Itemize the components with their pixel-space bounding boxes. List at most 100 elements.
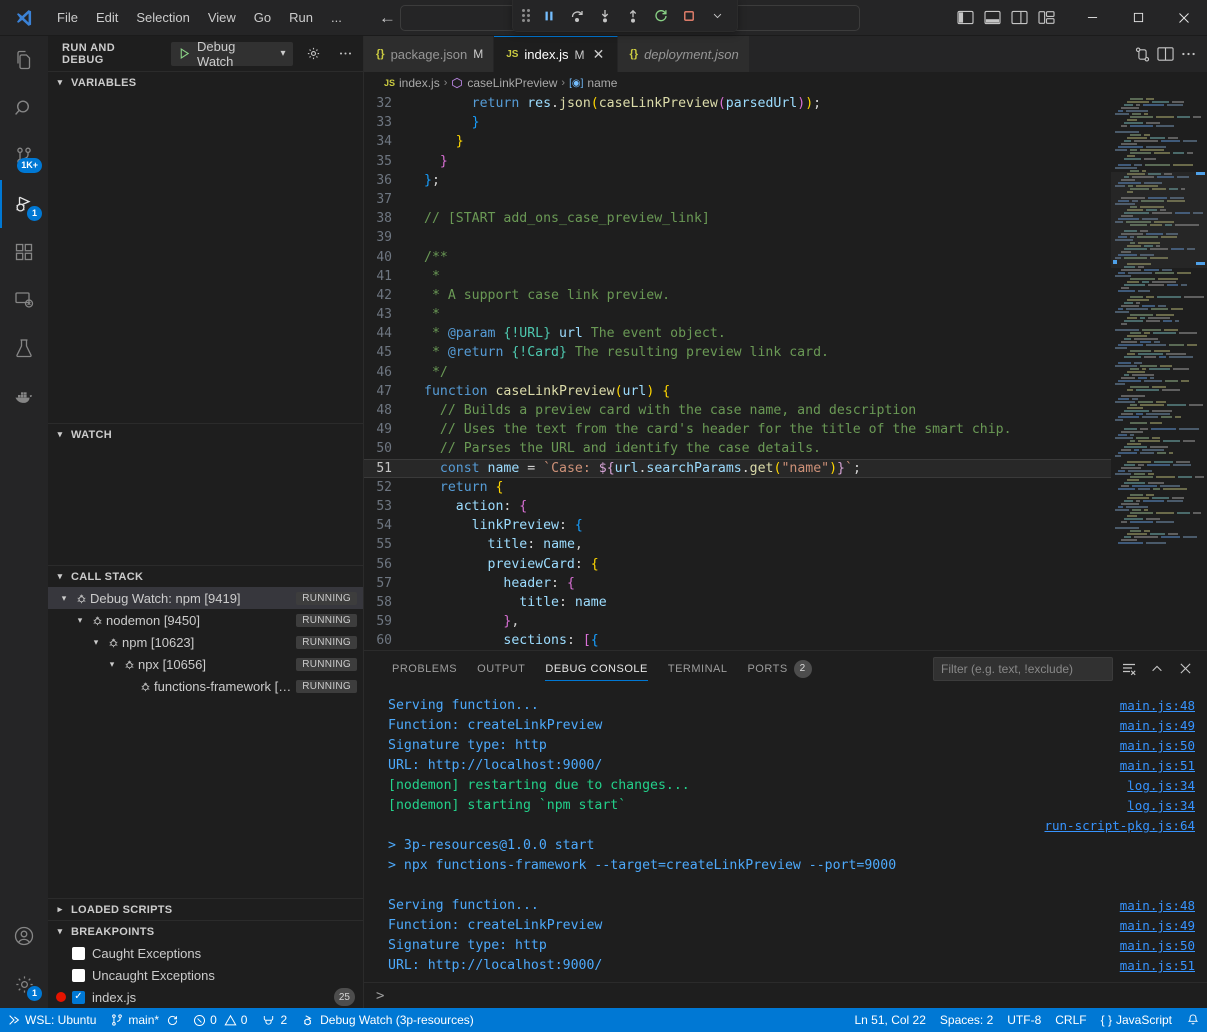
code-line[interactable]: 36}; xyxy=(364,171,1111,190)
status-notifications[interactable] xyxy=(1179,1008,1207,1032)
breadcrumb-file[interactable]: JS index.js xyxy=(384,76,440,90)
restart-button[interactable] xyxy=(648,4,674,28)
status-remote-indicator[interactable]: WSL: Ubuntu xyxy=(0,1008,103,1032)
activity-search[interactable] xyxy=(0,84,48,132)
chevron-down-icon[interactable]: ▾ xyxy=(72,615,88,626)
collapse-panel-icon[interactable] xyxy=(1145,657,1169,681)
status-language-mode[interactable]: { } JavaScript xyxy=(1094,1008,1179,1032)
menu-view[interactable]: View xyxy=(199,6,245,29)
status-problems[interactable]: 0 0 xyxy=(186,1008,254,1032)
section-watch-header[interactable]: ▾ WATCH xyxy=(48,423,363,445)
compare-changes-icon[interactable] xyxy=(1134,46,1151,63)
debug-toolbar[interactable] xyxy=(512,0,738,32)
breadcrumb[interactable]: JS index.js › caseLinkPreview › [◉] name xyxy=(364,72,1207,94)
variables-list[interactable] xyxy=(48,93,363,423)
console-source-link[interactable]: main.js:49 xyxy=(1120,916,1195,936)
breakpoint-row[interactable]: Caught Exceptions xyxy=(48,942,363,964)
tab-output[interactable]: OUTPUT xyxy=(467,651,535,686)
menu-go[interactable]: Go xyxy=(245,6,280,29)
menu-selection[interactable]: Selection xyxy=(127,6,198,29)
breakpoint-checkbox[interactable] xyxy=(72,969,85,982)
activity-accounts[interactable] xyxy=(0,912,48,960)
debug-more-actions-icon[interactable] xyxy=(704,4,730,28)
code-line[interactable]: 50 // Parses the URL and identify the ca… xyxy=(364,439,1111,458)
editor-tabs[interactable]: {} package.json M JS index.js M ✕ {} dep… xyxy=(364,36,750,72)
launch-config-selector[interactable]: Debug Watch ▾ xyxy=(171,42,293,66)
start-debugging-icon[interactable] xyxy=(171,47,197,60)
breakpoint-checkbox[interactable] xyxy=(72,947,85,960)
console-source-link[interactable]: main.js:49 xyxy=(1120,716,1195,736)
activity-testing[interactable] xyxy=(0,324,48,372)
breakpoint-checkbox[interactable]: ✓ xyxy=(72,991,85,1004)
menu-edit[interactable]: Edit xyxy=(87,6,127,29)
activity-extensions[interactable] xyxy=(0,228,48,276)
code-line[interactable]: 45 * @return {!Card} The resulting previ… xyxy=(364,343,1111,362)
code-line[interactable]: 51 const name = `Case: ${url.searchParam… xyxy=(364,459,1111,478)
toggle-secondary-sidebar-icon[interactable] xyxy=(1011,10,1028,25)
code-lines[interactable]: 32 return res.json(caseLinkPreview(parse… xyxy=(364,94,1111,650)
call-stack-list[interactable]: ▾ Debug Watch: npm [9419] RUNNING ▾ node… xyxy=(48,587,363,697)
window-close-button[interactable] xyxy=(1161,0,1207,36)
code-line[interactable]: 57 header: { xyxy=(364,574,1111,593)
code-line[interactable]: 54 linkPreview: { xyxy=(364,516,1111,535)
step-out-button[interactable] xyxy=(620,4,646,28)
call-stack-row[interactable]: ▾ Debug Watch: npm [9419] RUNNING xyxy=(48,587,363,609)
code-line[interactable]: 46 */ xyxy=(364,363,1111,382)
code-line[interactable]: 43 * xyxy=(364,305,1111,324)
console-source-link[interactable]: main.js:50 xyxy=(1120,736,1195,756)
code-line[interactable]: 44 * @param {!URL} url The event object. xyxy=(364,324,1111,343)
activity-settings[interactable]: 1 xyxy=(0,960,48,1008)
tab-deployment-json[interactable]: {} deployment.json xyxy=(618,36,750,72)
tab-index-js[interactable]: JS index.js M ✕ xyxy=(494,36,617,72)
menu-run[interactable]: Run xyxy=(280,6,322,29)
step-into-button[interactable] xyxy=(592,4,618,28)
code-line[interactable]: 38// [START add_ons_case_preview_link] xyxy=(364,209,1111,228)
breadcrumb-symbol-variable[interactable]: [◉] name xyxy=(569,76,617,90)
code-line[interactable]: 37 xyxy=(364,190,1111,209)
status-cursor-position[interactable]: Ln 51, Col 22 xyxy=(848,1008,933,1032)
status-branch[interactable]: main* xyxy=(103,1008,186,1032)
section-variables-header[interactable]: ▾ VARIABLES xyxy=(48,71,363,93)
status-encoding[interactable]: UTF-8 xyxy=(1000,1008,1048,1032)
chevron-down-icon[interactable]: ▾ xyxy=(88,637,104,648)
customize-layout-icon[interactable] xyxy=(1038,10,1055,25)
breadcrumb-symbol-function[interactable]: caseLinkPreview xyxy=(451,76,557,90)
code-line[interactable]: 49 // Uses the text from the card's head… xyxy=(364,420,1111,439)
tab-package-json[interactable]: {} package.json M xyxy=(364,36,494,72)
debug-console-input[interactable]: > xyxy=(364,982,1207,1008)
tab-close-icon[interactable]: ✕ xyxy=(591,46,607,63)
console-source-link[interactable]: run-script-pkg.js:64 xyxy=(1044,816,1195,836)
menu-bar[interactable]: File Edit Selection View Go Run ... xyxy=(48,6,351,29)
section-call-stack-header[interactable]: ▾ CALL STACK xyxy=(48,565,363,587)
close-panel-icon[interactable] xyxy=(1173,657,1197,681)
console-source-link[interactable]: main.js:51 xyxy=(1120,756,1195,776)
activity-remote-explorer[interactable] xyxy=(0,276,48,324)
panel-actions[interactable]: Filter (e.g. text, !exclude) xyxy=(933,657,1207,681)
chevron-down-icon[interactable]: ▾ xyxy=(278,48,287,59)
status-debug-session[interactable]: Debug Watch (3p-resources) xyxy=(294,1008,481,1032)
breakpoints-list[interactable]: Caught Exceptions Uncaught Exceptions ✓ … xyxy=(48,942,363,1008)
watch-list[interactable] xyxy=(48,445,363,565)
code-line[interactable]: 60 sections: [{ xyxy=(364,631,1111,650)
go-back-icon[interactable]: ← xyxy=(379,9,396,26)
code-line[interactable]: 41 * xyxy=(364,267,1111,286)
tab-debug-console[interactable]: DEBUG CONSOLE xyxy=(535,651,657,686)
code-line[interactable]: 48 // Builds a preview card with the cas… xyxy=(364,401,1111,420)
code-line[interactable]: 52 return { xyxy=(364,478,1111,497)
tab-terminal[interactable]: TERMINAL xyxy=(658,651,738,686)
code-line[interactable]: 59 }, xyxy=(364,612,1111,631)
chevron-down-icon[interactable]: ▾ xyxy=(56,593,72,604)
console-source-link[interactable]: log.js:34 xyxy=(1127,776,1195,796)
call-stack-row[interactable]: ▾ npx [10656] RUNNING xyxy=(48,653,363,675)
console-filter-input[interactable]: Filter (e.g. text, !exclude) xyxy=(933,657,1113,681)
console-source-link[interactable]: main.js:48 xyxy=(1120,696,1195,716)
step-over-button[interactable] xyxy=(564,4,590,28)
breakpoint-row[interactable]: ✓ index.js 25 xyxy=(48,986,363,1008)
drag-handle-icon[interactable] xyxy=(522,9,530,22)
editor-scrollbar[interactable] xyxy=(1193,94,1207,650)
chevron-down-icon[interactable]: ▾ xyxy=(104,659,120,670)
section-breakpoints-header[interactable]: ▾ BREAKPOINTS xyxy=(48,920,363,942)
sidebar-more-actions-icon[interactable] xyxy=(333,42,357,66)
window-minimize-button[interactable] xyxy=(1069,0,1115,36)
toggle-primary-sidebar-icon[interactable] xyxy=(957,10,974,25)
